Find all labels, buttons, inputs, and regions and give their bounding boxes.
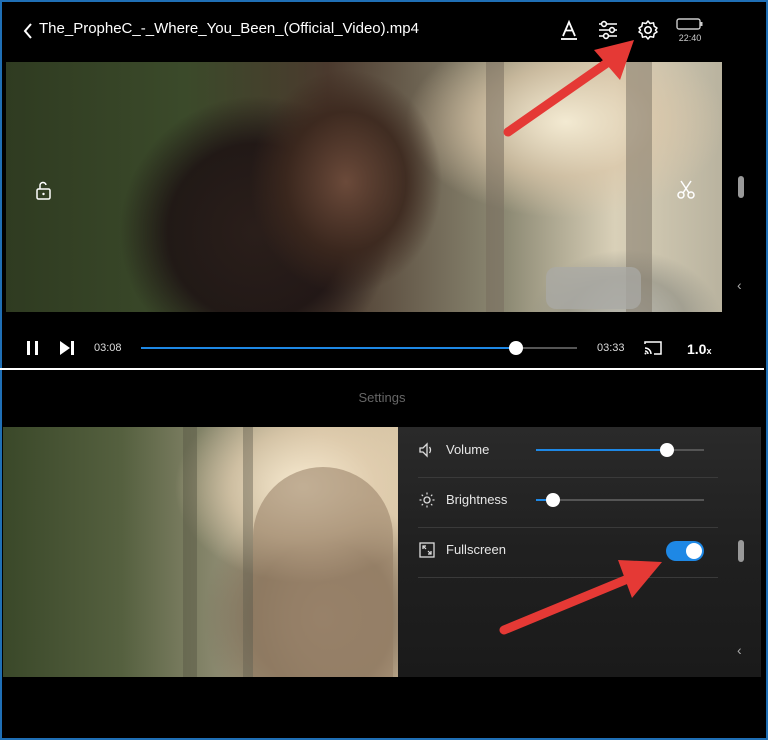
player-screen: The_PropheC_-_Where_You_Been_(Official_V… <box>3 3 761 368</box>
cut-clip-button[interactable] <box>674 178 698 207</box>
player-title-bar: The_PropheC_-_Where_You_Been_(Official_V… <box>3 3 761 59</box>
battery-icon <box>676 18 703 30</box>
playback-controls: 03:08 03:33 1.0x <box>3 323 761 367</box>
video-tree-trunk <box>183 427 197 677</box>
video-tree-trunk <box>243 427 253 677</box>
fullscreen-toggle-knob <box>686 543 702 559</box>
unlock-icon <box>36 181 51 200</box>
side-panel-handle[interactable] <box>738 540 744 562</box>
speaker-icon <box>418 441 436 459</box>
skip-next-icon <box>60 341 74 355</box>
video-person-silhouette <box>253 467 393 677</box>
side-panel-handle[interactable] <box>738 176 744 198</box>
next-button[interactable] <box>58 339 76 362</box>
sun-icon <box>418 491 436 509</box>
scissors-icon <box>677 180 695 199</box>
fullscreen-toggle[interactable] <box>666 541 704 561</box>
brightness-label: Brightness <box>446 492 508 507</box>
speed-value: 1.0 <box>687 341 707 357</box>
annotation-arrow-fullscreen <box>499 560 662 635</box>
battery-clock: 22:40 <box>675 17 705 45</box>
settings-title: Settings <box>358 390 406 405</box>
volume-label: Volume <box>446 442 490 457</box>
video-title: The_PropheC_-_Where_You_Been_(Official_V… <box>39 20 419 37</box>
volume-slider[interactable] <box>536 443 704 457</box>
fullscreen-icon <box>418 541 436 559</box>
seek-bar-thumb[interactable] <box>509 341 523 355</box>
back-button[interactable] <box>17 19 41 43</box>
brightness-slider-thumb[interactable] <box>546 493 560 507</box>
settings-row-volume: Volume <box>418 427 718 478</box>
total-time: 03:33 <box>597 342 625 354</box>
volume-slider-fill <box>536 449 667 451</box>
seek-bar[interactable] <box>141 341 577 355</box>
video-frame-dimmed[interactable] <box>3 427 398 677</box>
seek-bar-progress <box>141 347 516 349</box>
cast-icon <box>644 341 662 355</box>
back-chevron-icon <box>23 23 32 39</box>
annotation-arrow-settings <box>503 40 634 137</box>
side-chevron-icon[interactable]: ‹ <box>737 277 742 293</box>
pause-icon <box>27 341 38 355</box>
cast-button[interactable] <box>643 339 663 362</box>
clock-time: 22:40 <box>678 33 702 43</box>
video-parked-car <box>546 267 641 309</box>
speed-unit: x <box>706 346 712 356</box>
volume-slider-thumb[interactable] <box>660 443 674 457</box>
current-time: 03:08 <box>94 342 122 354</box>
brightness-slider[interactable] <box>536 493 704 507</box>
side-chevron-icon[interactable]: ‹ <box>737 642 742 658</box>
settings-row-brightness: Brightness <box>418 477 718 528</box>
pause-button[interactable] <box>25 339 41 362</box>
playback-speed-button[interactable]: 1.0x <box>687 341 711 357</box>
screen-lock-button[interactable] <box>32 180 54 207</box>
